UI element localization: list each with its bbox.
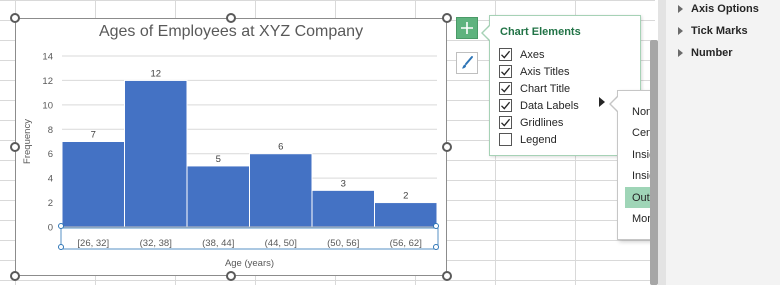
plus-icon [461, 22, 473, 34]
chart-element-label: Chart Title [520, 82, 571, 95]
data-label[interactable]: 7 [91, 130, 96, 141]
chart-element-label: Data Labels [520, 99, 579, 112]
y-tick-label: 6 [48, 149, 53, 160]
axis-selection-handle-left[interactable] [58, 223, 64, 229]
sheet-scrollbar[interactable] [650, 40, 658, 285]
checkmark-icon [501, 118, 511, 127]
histogram-bar[interactable] [311, 189, 375, 228]
checkbox-unchecked[interactable] [499, 133, 512, 146]
axis-selection-handle-bottom-left[interactable] [58, 244, 64, 250]
x-tick-label: (44, 50] [265, 238, 297, 249]
resize-handle-left[interactable] [10, 142, 20, 152]
axis-selection-handle-right[interactable] [433, 223, 439, 229]
expand-triangle-icon [678, 27, 683, 35]
pane-item-label: Tick Marks [691, 25, 748, 37]
chart-element-data-labels[interactable]: Data Labels [499, 97, 579, 114]
chart-element-axes[interactable]: Axes [499, 46, 544, 63]
submenu-pointer-fill [611, 97, 618, 111]
pane-item-label: Axis Options [691, 3, 759, 15]
resize-handle-bottom-left[interactable] [10, 271, 20, 281]
resize-handle-top-right[interactable] [442, 13, 452, 23]
format-axis-pane: Axis Options Tick Marks Number [666, 0, 780, 285]
histogram-bar[interactable] [186, 165, 250, 228]
flyout-pointer-fill [483, 26, 490, 40]
chart-element-legend[interactable]: Legend [499, 131, 557, 148]
chart-plot: 0 2 4 6 8 10 12 14 7 [26, 32] 12 (32, 38] 5 (38, 44] 6… [22, 52, 439, 269]
y-tick-label: 0 [48, 223, 53, 234]
resize-handle-right[interactable] [442, 142, 452, 152]
chart-styles-button[interactable] [456, 52, 478, 74]
pane-item-label: Number [691, 47, 733, 59]
chart-elements-button[interactable] [456, 17, 478, 39]
checkmark-icon [501, 67, 511, 76]
histogram-bar[interactable] [124, 79, 188, 228]
chart-element-gridlines[interactable]: Gridlines [499, 114, 563, 131]
axis-selection-handle-bottom-right[interactable] [433, 244, 439, 250]
data-label[interactable]: 5 [216, 154, 221, 165]
checkmark-icon [501, 101, 511, 110]
checkbox-checked[interactable] [499, 116, 512, 129]
chart-element-label: Axis Titles [520, 65, 570, 78]
x-axis-selection [60, 227, 439, 250]
data-label[interactable]: 3 [341, 178, 346, 189]
data-label[interactable]: 2 [403, 191, 408, 202]
histogram-bar[interactable] [249, 153, 313, 228]
y-tick-label: 14 [42, 52, 53, 63]
data-labels-expand-arrow[interactable] [599, 97, 605, 107]
expand-triangle-icon [678, 49, 683, 57]
y-tick-label: 12 [42, 76, 53, 87]
x-tick-label: (32, 38] [140, 238, 172, 249]
pane-item-number[interactable]: Number [678, 44, 733, 62]
chart-elements-title: Chart Elements [500, 26, 581, 38]
expand-triangle-icon [678, 5, 683, 13]
histogram-bar[interactable] [61, 141, 125, 228]
x-axis-title[interactable]: Age (years) [225, 258, 274, 269]
pane-divider [658, 0, 666, 285]
checkbox-checked[interactable] [499, 82, 512, 95]
resize-handle-top[interactable] [226, 13, 236, 23]
chart-element-chart-title[interactable]: Chart Title [499, 80, 570, 97]
data-label[interactable]: 6 [278, 142, 283, 153]
y-axis-title[interactable]: Frequency [22, 119, 33, 164]
resize-handle-top-left[interactable] [10, 13, 20, 23]
checkbox-checked[interactable] [499, 99, 512, 112]
resize-handle-bottom[interactable] [226, 271, 236, 281]
checkmark-icon [501, 50, 511, 59]
chart-element-label: Axes [520, 48, 545, 61]
y-tick-label: 8 [48, 125, 53, 136]
data-label[interactable]: 12 [150, 68, 161, 79]
checkbox-checked[interactable] [499, 65, 512, 78]
checkbox-checked[interactable] [499, 48, 512, 61]
pane-item-axis-options[interactable]: Axis Options [678, 0, 759, 18]
x-tick-label: (50, 56] [327, 238, 359, 249]
checkmark-icon [501, 84, 511, 93]
chart-element-axis-titles[interactable]: Axis Titles [499, 63, 570, 80]
y-tick-label: 2 [48, 198, 53, 209]
pane-item-tick-marks[interactable]: Tick Marks [678, 22, 748, 40]
resize-handle-bottom-right[interactable] [442, 271, 452, 281]
histogram-chart[interactable]: Ages of Employees at XYZ Company 0 2 4 6 8 10… [15, 18, 447, 276]
x-tick-label: (38, 44] [202, 238, 234, 249]
chart-element-label: Gridlines [520, 116, 564, 129]
histogram-bar[interactable] [374, 202, 438, 228]
y-tick-label: 10 [42, 100, 53, 111]
chart-element-label: Legend [520, 133, 557, 146]
x-tick-label: (56, 62] [390, 238, 422, 249]
x-tick-label: [26, 32] [77, 238, 109, 249]
y-tick-label: 4 [48, 174, 53, 185]
brush-icon [462, 56, 473, 69]
